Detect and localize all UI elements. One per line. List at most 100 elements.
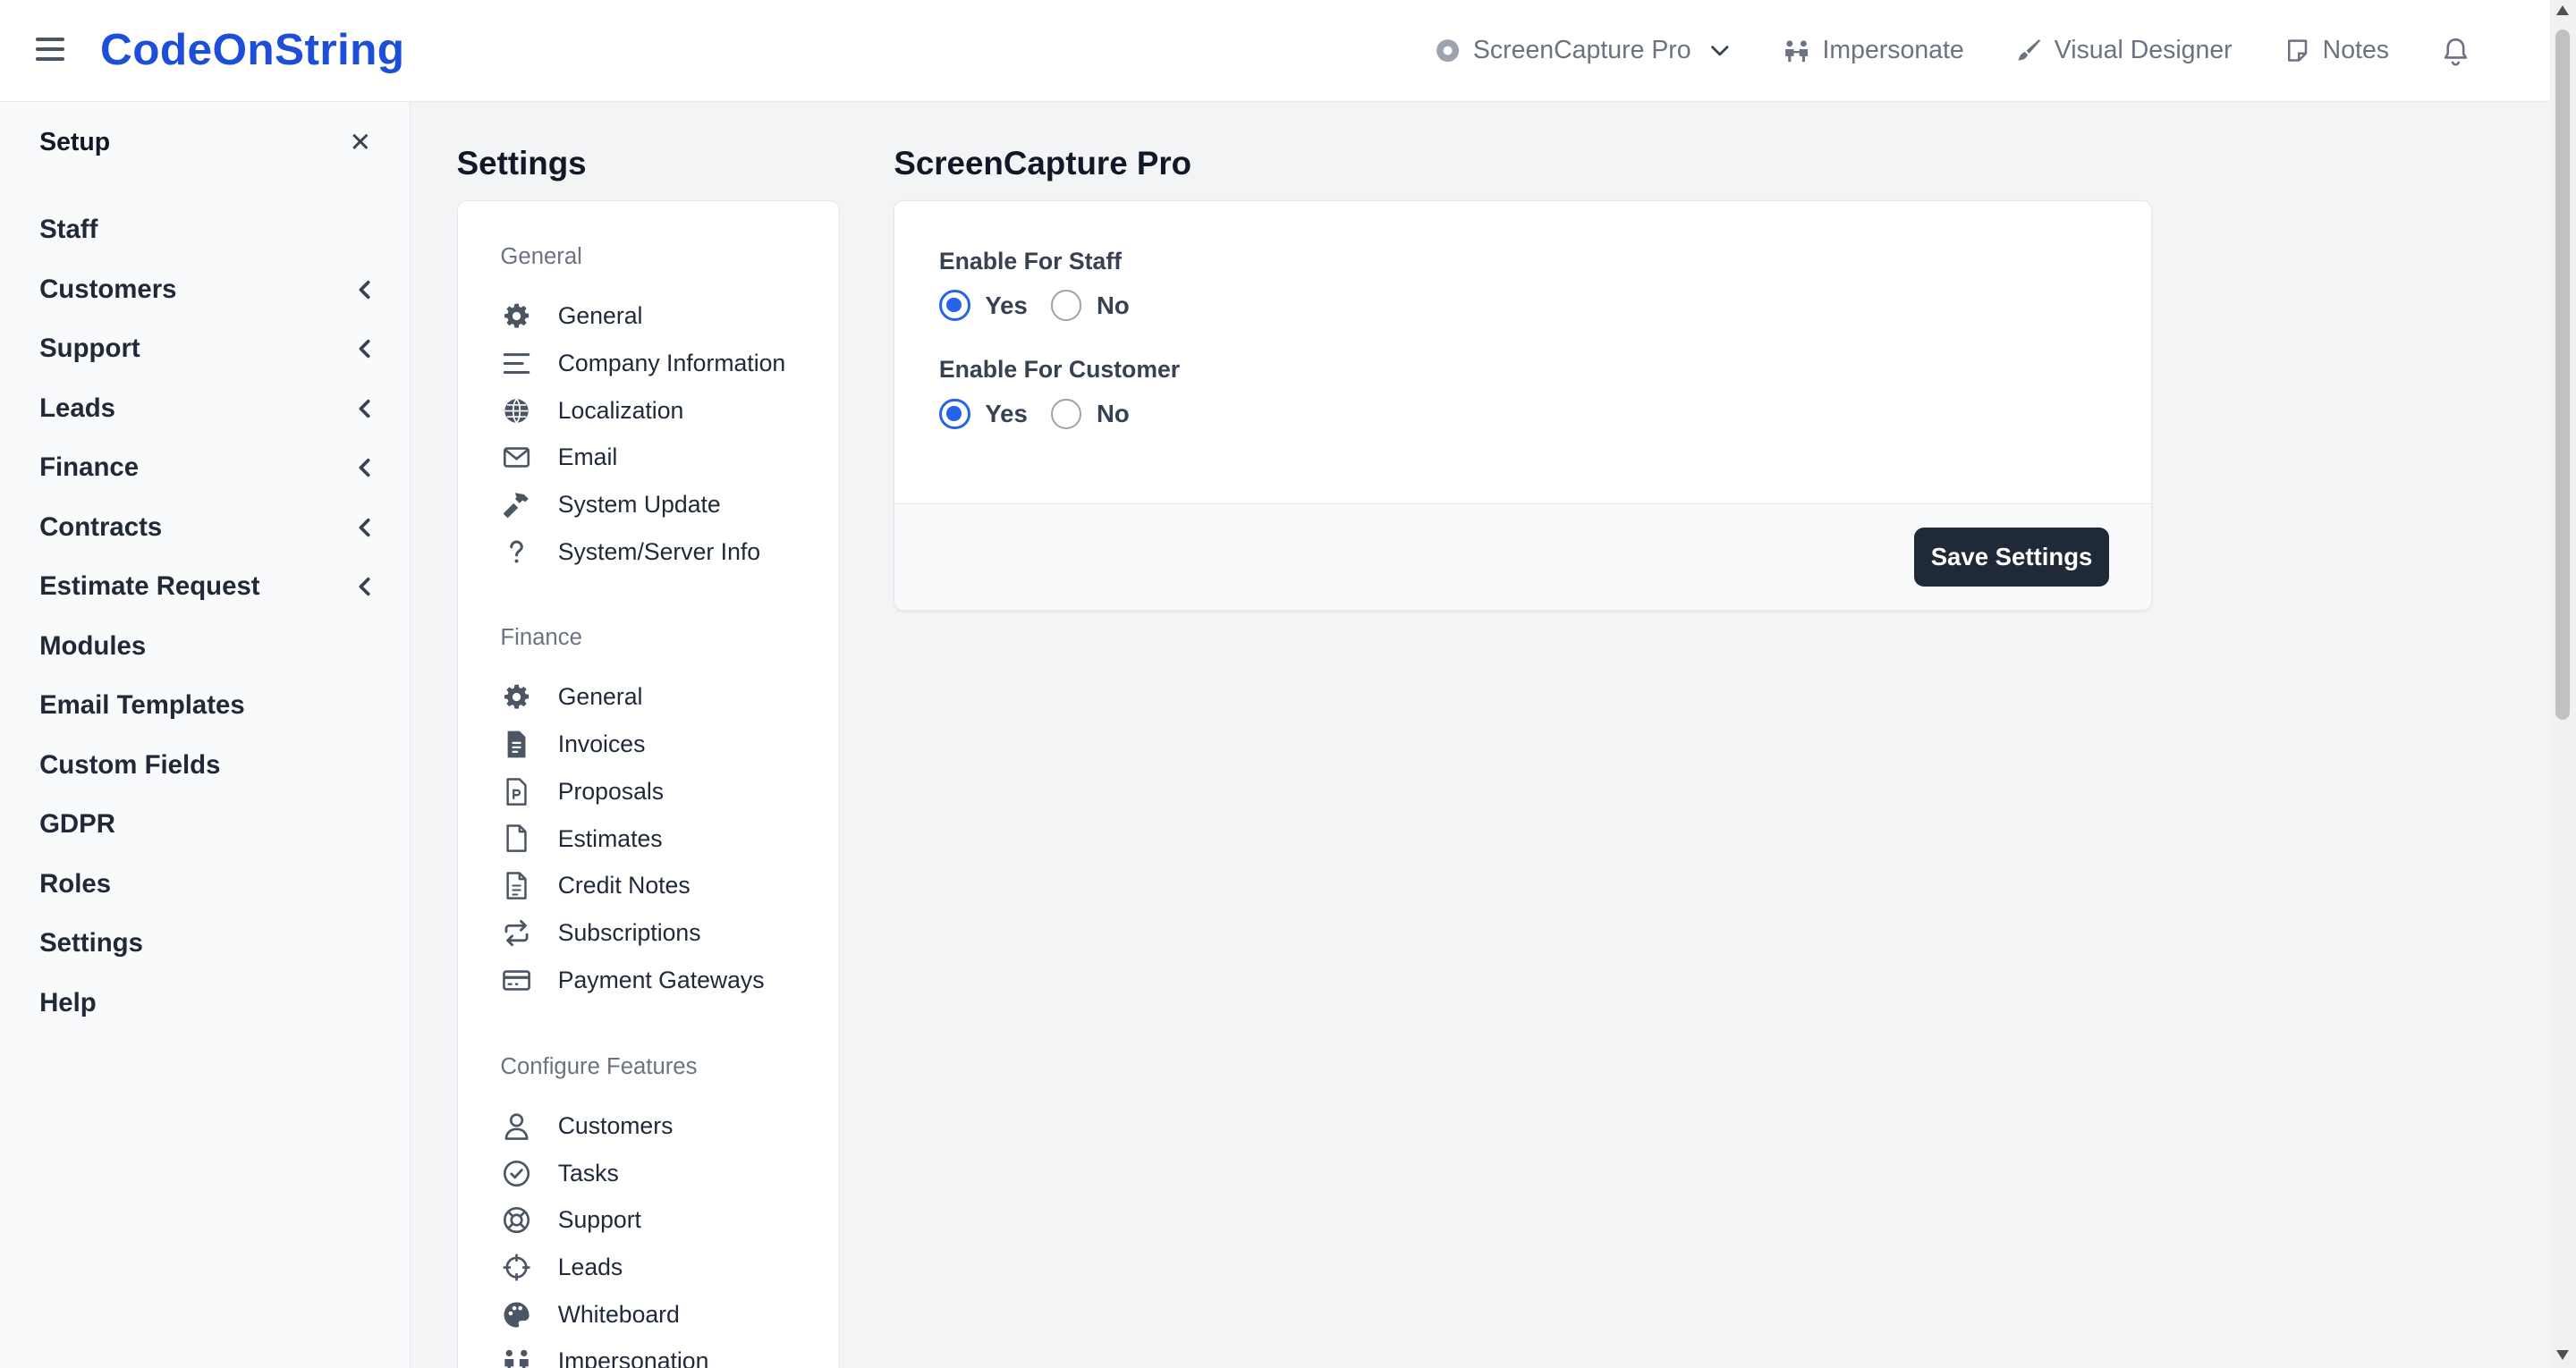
settings-nav-item-support[interactable]: Support bbox=[500, 1203, 641, 1238]
settings-nav-item-whiteboard[interactable]: Whiteboard bbox=[500, 1296, 680, 1332]
radio-label: Yes bbox=[985, 399, 1028, 427]
settings-nav-label: Email bbox=[557, 443, 618, 471]
gear-icon bbox=[500, 681, 533, 714]
save-settings-button[interactable]: Save Settings bbox=[1914, 527, 2109, 587]
radio-checked-icon[interactable] bbox=[938, 398, 970, 430]
settings-nav-item-subscriptions[interactable]: Subscriptions bbox=[500, 915, 701, 950]
sidebar-item-help[interactable]: Help bbox=[39, 973, 377, 1032]
customer-yes-radio[interactable]: Yes bbox=[938, 398, 1028, 430]
file-text-icon bbox=[500, 869, 533, 902]
palette-icon bbox=[500, 1298, 533, 1331]
chevron-left-icon[interactable] bbox=[355, 458, 375, 477]
radio-checked-icon[interactable] bbox=[938, 290, 970, 322]
settings-nav-item-email[interactable]: Email bbox=[500, 440, 617, 476]
scroll-down-arrow-icon[interactable] bbox=[2556, 1350, 2570, 1361]
settings-nav-label: System Update bbox=[557, 491, 721, 519]
settings-nav-label: Credit Notes bbox=[557, 872, 691, 899]
brand-logo[interactable]: CodeOnString bbox=[100, 23, 404, 75]
brush-icon bbox=[2017, 39, 2040, 61]
people-icon bbox=[500, 1346, 533, 1368]
chevron-left-icon[interactable] bbox=[355, 577, 375, 596]
notes-link[interactable]: Notes bbox=[2284, 36, 2389, 65]
sidebar-item-modules[interactable]: Modules bbox=[39, 617, 377, 676]
sidebar-item-label: Staff bbox=[39, 215, 98, 245]
notifications-button[interactable] bbox=[2440, 36, 2471, 67]
close-icon[interactable]: ✕ bbox=[350, 130, 372, 156]
impersonate-link[interactable]: Impersonate bbox=[1783, 36, 1964, 65]
module-select-label: ScreenCapture Pro bbox=[1472, 36, 1691, 65]
settings-nav-item-leads[interactable]: Leads bbox=[500, 1249, 623, 1285]
sidebar-item-gdpr[interactable]: GDPR bbox=[39, 795, 377, 854]
settings-nav-item-credit-notes[interactable]: Credit Notes bbox=[500, 868, 691, 904]
settings-nav-item-payment-gateways[interactable]: Payment Gateways bbox=[500, 962, 765, 998]
sidebar-item-staff[interactable]: Staff bbox=[39, 200, 377, 259]
visual-designer-link[interactable]: Visual Designer bbox=[2015, 36, 2233, 65]
globe-icon bbox=[500, 394, 533, 427]
sidebar-item-label: Roles bbox=[39, 868, 112, 899]
settings-nav-label: Whiteboard bbox=[557, 1300, 680, 1328]
settings-nav-item-localization[interactable]: Localization bbox=[500, 393, 683, 428]
staff-yes-radio[interactable]: Yes bbox=[938, 290, 1028, 322]
sidebar-item-estimate-request[interactable]: Estimate Request bbox=[39, 557, 377, 616]
chevron-down-icon bbox=[1711, 46, 1729, 56]
settings-nav-item-proposals[interactable]: Proposals bbox=[500, 773, 664, 809]
scroll-up-arrow-icon[interactable] bbox=[2556, 4, 2570, 15]
settings-group-title: Configure Features bbox=[500, 1053, 698, 1079]
sidebar-item-finance[interactable]: Finance bbox=[39, 438, 377, 497]
settings-nav-item-system-update[interactable]: System Update bbox=[500, 486, 721, 522]
sidebar-title: Setup bbox=[39, 128, 111, 157]
settings-nav-item-estimates[interactable]: Estimates bbox=[500, 821, 663, 857]
sidebar-item-label: Estimate Request bbox=[39, 571, 260, 602]
top-bar: CodeOnString ScreenCapture Pro Impersona… bbox=[0, 0, 2551, 102]
settings-nav: General General Company Information Localiz… bbox=[456, 200, 840, 1368]
settings-nav-item-customers[interactable]: Customers bbox=[500, 1108, 673, 1144]
settings-nav-label: General bbox=[557, 302, 643, 330]
question-icon bbox=[500, 536, 533, 569]
sidebar-item-label: Settings bbox=[39, 928, 143, 958]
settings-nav-item-general[interactable]: General bbox=[500, 680, 642, 715]
settings-nav-item-system-server-info[interactable]: System/Server Info bbox=[500, 534, 760, 570]
notes-label: Notes bbox=[2322, 36, 2390, 65]
module-select[interactable]: ScreenCapture Pro bbox=[1434, 36, 1733, 65]
gear-icon bbox=[500, 300, 533, 333]
sidebar-item-customers[interactable]: Customers bbox=[39, 260, 377, 319]
settings-nav-label: Subscriptions bbox=[557, 918, 701, 946]
settings-nav-label: Impersonation bbox=[557, 1347, 709, 1368]
chevron-left-icon[interactable] bbox=[355, 280, 375, 300]
enable-for-customer-radios: Yes No bbox=[938, 398, 1130, 430]
sidebar-item-support[interactable]: Support bbox=[39, 319, 377, 378]
page-scrollbar[interactable] bbox=[2550, 0, 2576, 1368]
settings-nav-item-tasks[interactable]: Tasks bbox=[500, 1155, 619, 1191]
staff-no-radio[interactable]: No bbox=[1050, 290, 1130, 322]
settings-nav-item-general[interactable]: General bbox=[500, 298, 642, 334]
scroll-thumb[interactable] bbox=[2555, 30, 2571, 720]
sidebar-item-label: Modules bbox=[39, 630, 147, 661]
settings-nav-item-impersonation[interactable]: Impersonation bbox=[500, 1344, 708, 1368]
customer-no-radio[interactable]: No bbox=[1050, 398, 1130, 430]
sidebar-item-label: Custom Fields bbox=[39, 749, 221, 780]
sidebar-item-roles[interactable]: Roles bbox=[39, 854, 377, 913]
sidebar-header: Setup ✕ bbox=[39, 128, 371, 157]
radio-label: No bbox=[1096, 291, 1130, 319]
sidebar-item-custom-fields[interactable]: Custom Fields bbox=[39, 735, 377, 794]
sidebar-item-contracts[interactable]: Contracts bbox=[39, 498, 377, 557]
settings-group-title: Finance bbox=[500, 625, 582, 651]
chevron-left-icon[interactable] bbox=[355, 339, 375, 359]
settings-nav-item-invoices[interactable]: Invoices bbox=[500, 726, 645, 762]
radio-unchecked-icon[interactable] bbox=[1050, 398, 1082, 430]
settings-nav-label: General bbox=[557, 683, 643, 711]
chevron-left-icon[interactable] bbox=[355, 399, 375, 418]
radio-unchecked-icon[interactable] bbox=[1050, 290, 1082, 322]
sidebar-item-settings[interactable]: Settings bbox=[39, 914, 377, 973]
camera-icon bbox=[1436, 39, 1459, 63]
settings-nav-label: Invoices bbox=[557, 730, 646, 758]
sidebar-item-email-templates[interactable]: Email Templates bbox=[39, 676, 377, 735]
settings-nav-label: Support bbox=[557, 1206, 641, 1234]
note-icon bbox=[2287, 39, 2307, 63]
chevron-left-icon[interactable] bbox=[355, 518, 375, 537]
settings-nav-item-company-information[interactable]: Company Information bbox=[500, 345, 785, 381]
hamburger-menu-icon[interactable] bbox=[36, 38, 64, 61]
check-circle-icon bbox=[500, 1157, 533, 1190]
sidebar-item-leads[interactable]: Leads bbox=[39, 379, 377, 438]
people-icon bbox=[1785, 40, 1809, 63]
